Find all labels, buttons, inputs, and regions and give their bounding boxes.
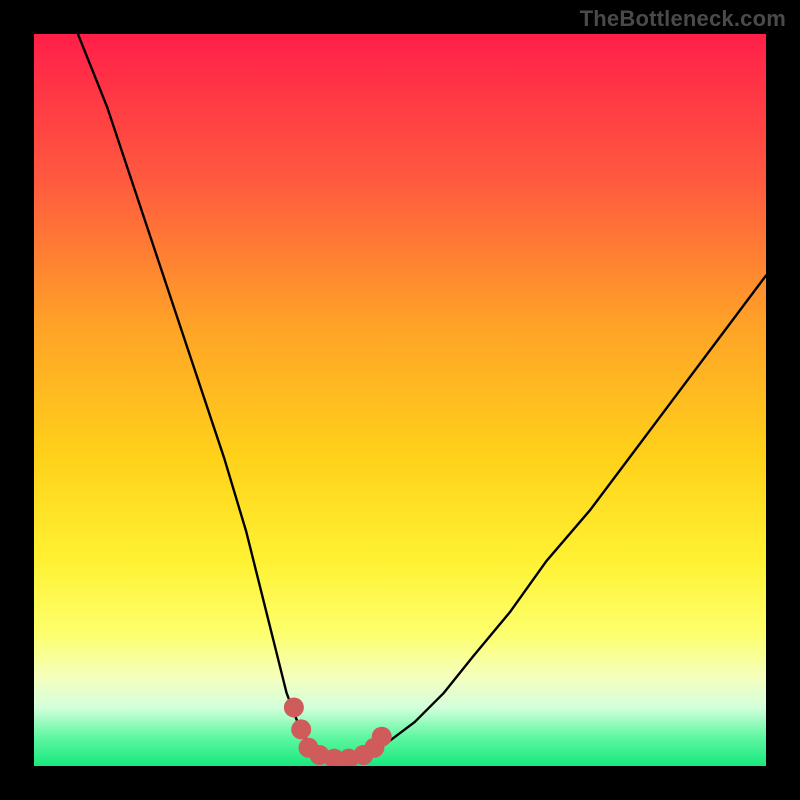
- marker-dot: [284, 697, 304, 717]
- marker-dots: [284, 697, 392, 766]
- bottleneck-curve: [78, 34, 766, 759]
- watermark-text: TheBottleneck.com: [580, 6, 786, 32]
- marker-dot: [372, 727, 392, 747]
- curve-layer: [34, 34, 766, 766]
- plot-area: [34, 34, 766, 766]
- chart-frame: TheBottleneck.com: [0, 0, 800, 800]
- marker-dot: [291, 719, 311, 739]
